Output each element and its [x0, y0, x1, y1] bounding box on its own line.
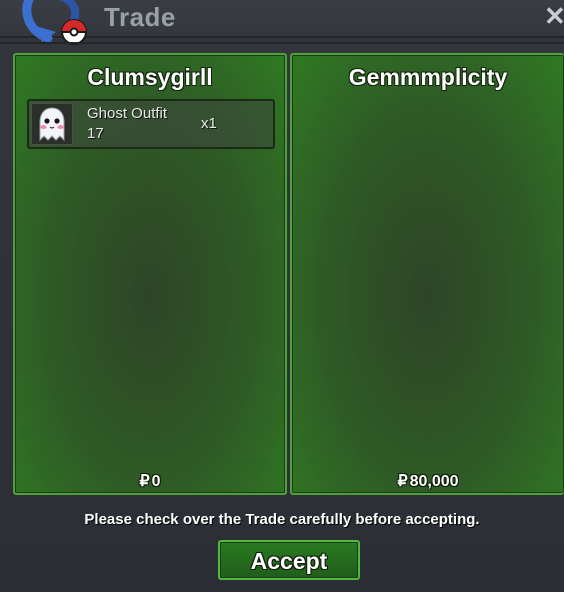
item-level: 17: [87, 125, 104, 142]
trade-window: Trade ✕ Clumsygirll Ghost Outfit 17 x1 ₽…: [0, 0, 564, 592]
my-offer-panel: Clumsygirll Ghost Outfit 17 x1 ₽0: [13, 53, 287, 495]
title-bar[interactable]: Trade ✕: [0, 0, 564, 45]
accept-label: Accept: [250, 548, 328, 574]
pokeball-swirl-icon: [18, 0, 92, 46]
item-quantity: x1: [201, 115, 217, 132]
partner-offer-panel: Gemmmplicity ₽80,000: [290, 53, 564, 495]
money-amount-right: 80,000: [409, 473, 459, 490]
title-divider: [0, 42, 564, 44]
trade-notice: Please check over the Trade carefully be…: [84, 511, 480, 528]
ghost-outfit-icon: [31, 103, 73, 145]
trade-item-slot[interactable]: Ghost Outfit 17 x1: [27, 99, 275, 149]
window-title: Trade: [104, 2, 176, 32]
close-icon[interactable]: ✕: [544, 2, 564, 30]
item-name: Ghost Outfit: [87, 105, 168, 122]
accept-button[interactable]: Accept: [218, 540, 360, 580]
money-amount-left: 0: [151, 473, 161, 490]
player-name-right: Gemmmplicity: [348, 64, 508, 90]
money-offer-right: ₽80,000: [292, 471, 564, 491]
money-offer-left[interactable]: ₽0: [15, 471, 285, 491]
currency-icon: ₽: [139, 473, 150, 490]
player-name-left: Clumsygirll: [87, 64, 213, 90]
currency-icon: ₽: [397, 473, 408, 490]
